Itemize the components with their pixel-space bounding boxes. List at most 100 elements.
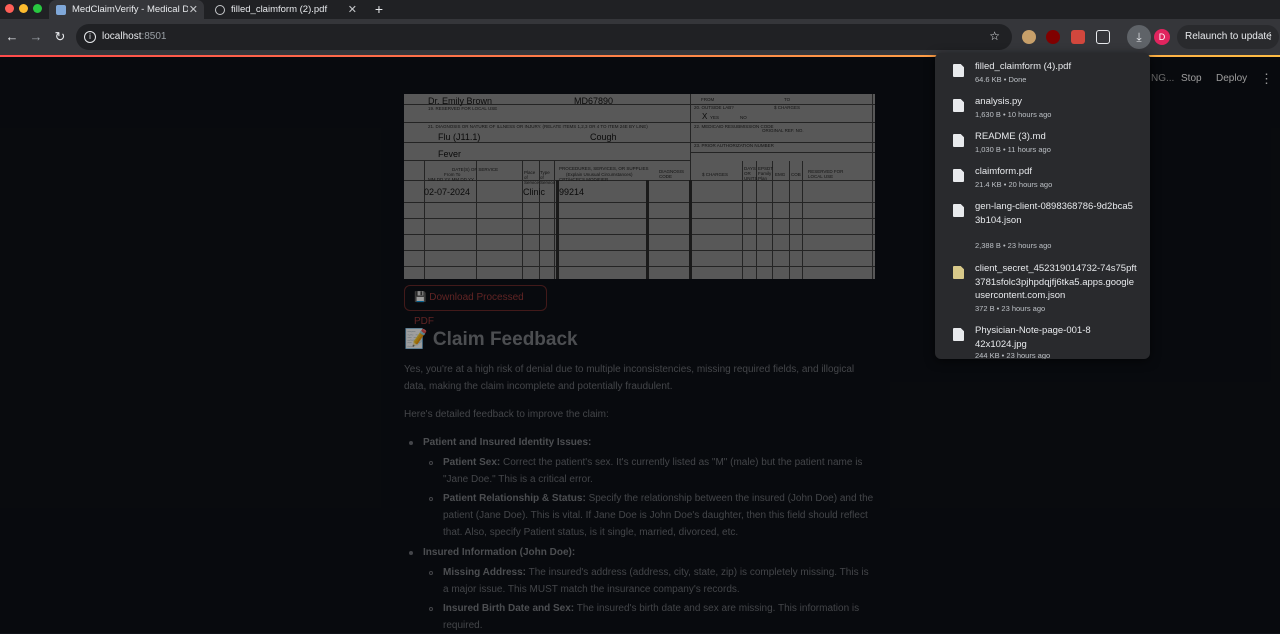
download-filename: Physician-Note-page-001-842x1024.jpg [975, 325, 1091, 350]
back-button[interactable]: ← [2, 27, 22, 47]
original-ref-label: ORIGINAL REF. NO. [762, 128, 804, 133]
download-filename: client_secret_452319014732-74s75pft3781s… [975, 263, 1137, 301]
procedures-label: PROCEDURES, SERVICES, OR SUPPLIES [559, 166, 649, 171]
epsdt-label: EPSDT Family Plan [758, 166, 773, 181]
bullet-circle [429, 461, 433, 465]
cpt-code: 99214 [559, 187, 585, 197]
extension-avatar-icon[interactable] [1022, 30, 1036, 44]
bookmark-star-icon[interactable]: ☆ [989, 29, 1000, 43]
browser-toolbar: ← → ↻ i localhost:8501 ☆ ⤓ D Relaunch to… [0, 19, 1280, 55]
list-item: Missing Address: The insured's address (… [443, 567, 869, 595]
download-filename: analysis.py [975, 96, 1022, 107]
close-window-button[interactable] [5, 4, 14, 13]
more-vert-icon[interactable]: ⋮ [1265, 25, 1275, 49]
deploy-button[interactable]: Deploy [1216, 73, 1247, 84]
tab-medclaimverify[interactable]: MedClaimVerify - Medical Do ✕ [49, 0, 204, 19]
file-icon [953, 99, 964, 112]
diagnosis-2: Cough [590, 132, 617, 142]
address-bar[interactable]: i localhost:8501 ☆ [76, 24, 1012, 50]
running-status: NG... [1151, 73, 1175, 84]
download-meta: 64.6 KB • Done [975, 75, 1027, 84]
list-item: Patient Relationship & Status: Specify t… [443, 493, 874, 538]
close-tab-icon[interactable]: ✕ [348, 3, 357, 16]
download-meta: 244 KB • 23 hours ago [975, 351, 1051, 359]
no-label: NO [740, 115, 747, 120]
downloads-panel: filled_claimform (4).pdf 64.6 KB • Done … [935, 53, 1150, 359]
diagnosis-label: 21. DIAGNOSIS OR NATURE OF ILLNESS OR IN… [428, 124, 648, 129]
download-item[interactable]: claimform.pdf 21.4 KB • 20 hours ago [935, 164, 1150, 198]
file-icon [953, 266, 964, 279]
new-tab-button[interactable]: + [372, 0, 386, 19]
forward-button[interactable]: → [26, 27, 46, 47]
download-meta: 372 B • 23 hours ago [975, 304, 1046, 313]
main-menu-icon[interactable]: ⋮ [1260, 71, 1273, 87]
reload-button[interactable]: ↻ [50, 27, 70, 47]
minimize-window-button[interactable] [19, 4, 28, 13]
download-filename: filled_claimform (4).pdf [975, 61, 1072, 72]
downloads-button[interactable]: ⤓ [1127, 25, 1151, 49]
download-processed-pdf-button[interactable]: 💾 Download Processed PDF [404, 285, 547, 327]
download-item[interactable]: analysis.py 1,630 B • 10 hours ago [935, 94, 1150, 128]
download-item[interactable]: filled_claimform (4).pdf 64.6 KB • Done [935, 59, 1150, 93]
list-item: Insured Birth Date and Sex: The insured'… [443, 603, 860, 631]
file-icon [953, 134, 964, 147]
bullet-circle [429, 497, 433, 501]
outside-lab-yes-mark: X [702, 112, 708, 121]
file-icon [953, 64, 964, 77]
puzzle-extensions-icon[interactable] [1096, 30, 1110, 44]
diagnosis-3: Fever [438, 149, 462, 159]
bullet-dot [409, 551, 413, 555]
physician-name: Dr. Emily Brown [428, 96, 493, 106]
outside-lab-label: 20. OUTSIDE LAB? [694, 105, 734, 110]
download-meta: 2,388 B • 23 hours ago [975, 241, 1052, 250]
maximize-window-button[interactable] [33, 4, 42, 13]
file-icon [953, 204, 964, 217]
download-item[interactable]: Physician-Note-page-001-842x1024.jpg 244… [935, 323, 1150, 359]
download-filename: claimform.pdf [975, 166, 1033, 177]
service-date: 02-07-2024 [424, 187, 471, 197]
download-meta: 1,030 B • 11 hours ago [975, 145, 1051, 154]
claim-feedback-heading: 📝 Claim Feedback [404, 329, 578, 350]
download-meta: 21.4 KB • 20 hours ago [975, 180, 1053, 189]
section-heading: Insured Information (John Doe): [423, 547, 576, 558]
charges-col-label: $ CHARGES [702, 172, 729, 177]
from-label: FROM [701, 97, 715, 102]
place-of-service-label: Place of Service [524, 170, 540, 185]
type-of-service-label: Type of Service [540, 170, 556, 185]
tab-title: filled_claimform (2).pdf [231, 4, 328, 15]
tab-filled-claimform[interactable]: filled_claimform (2).pdf ✕ [208, 0, 363, 19]
hospital-icon [56, 4, 66, 15]
bullet-circle [429, 607, 433, 611]
place-of-service: Clinic [523, 187, 546, 197]
download-filename: README (3).md [975, 131, 1046, 142]
diagnosis-code-label: DIAGNOSIS CODE [659, 169, 685, 179]
stop-button[interactable]: Stop [1181, 73, 1202, 84]
yes-label: YES [710, 115, 720, 120]
charges-label: $ CHARGES [774, 105, 801, 110]
cpt-hcpcs-label: CPT/HCPCS MODIFIER [559, 177, 609, 182]
relaunch-button[interactable]: Relaunch to update ⋮ [1177, 25, 1279, 49]
section-heading: Patient and Insured Identity Issues: [423, 437, 592, 448]
feedback-subintro: Here's detailed feedback to improve the … [404, 409, 609, 420]
extension-red-icon[interactable] [1071, 30, 1085, 44]
download-icon: ⤓ [1136, 30, 1142, 44]
site-info-icon[interactable]: i [84, 31, 96, 43]
list-item: Patient Sex: Correct the patient's sex. … [443, 457, 863, 485]
ublock-icon[interactable] [1046, 30, 1060, 44]
emg-label: EMG [775, 172, 786, 177]
download-meta: 1,630 B • 10 hours ago [975, 110, 1052, 119]
download-filename: gen-lang-client-0898368786-9d2bca53b104.… [975, 201, 1133, 226]
date-columns-label: MM DD YY MM DD YY [428, 177, 475, 182]
profile-avatar[interactable]: D [1154, 29, 1170, 45]
download-item[interactable]: README (3).md 1,030 B • 11 hours ago [935, 129, 1150, 163]
feedback-intro: Yes, you're at a high risk of denial due… [404, 364, 855, 392]
download-item[interactable]: client_secret_452319014732-74s75pft3781s… [935, 261, 1150, 321]
to-label: TO [784, 97, 791, 102]
browser-tab-strip: MedClaimVerify - Medical Do ✕ filled_cla… [0, 0, 1280, 19]
url-text: localhost:8501 [102, 31, 167, 42]
file-icon [953, 328, 964, 341]
close-tab-icon[interactable]: ✕ [189, 3, 198, 16]
download-item[interactable]: gen-lang-client-0898368786-9d2bca53b104.… [935, 199, 1150, 257]
npi-value: MD67890 [574, 96, 614, 106]
cob-label: COB [791, 172, 801, 177]
